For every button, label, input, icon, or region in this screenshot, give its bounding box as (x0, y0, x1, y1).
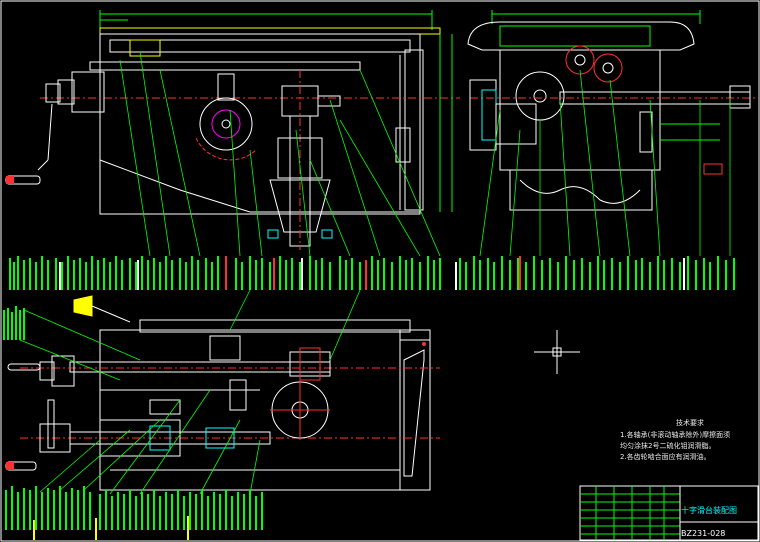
plan-section-view (5, 295, 440, 491)
front-section-view (5, 10, 460, 250)
leader-lines-top (119, 51, 731, 257)
leader-lines-bottom (19, 289, 361, 495)
side-section-view (467, 10, 758, 211)
drawing-number: BZ231-028 (681, 529, 726, 538)
part-balloon-band (9, 256, 735, 290)
technical-requirements-heading: 技术要求 (676, 419, 704, 427)
crosshair-icon (534, 330, 580, 374)
cad-drawing-canvas: 技术要求 1.各轴承(非滚动轴承除外)摩擦面须 均匀涂抹2号二硫化钼润滑脂。 2… (0, 0, 760, 542)
drawing-title: 十字滑台装配图 (681, 506, 737, 515)
technical-requirement-line: 1.各轴承(非滚动轴承除外)摩擦面须 (620, 431, 731, 439)
technical-requirement-line: 2.各齿轮啮合面应有润滑油。 (620, 453, 711, 461)
part-balloon-band-lower (3, 306, 263, 540)
technical-requirements: 技术要求 1.各轴承(非滚动轴承除外)摩擦面须 均匀涂抹2号二硫化钼润滑脂。 2… (620, 418, 760, 463)
technical-requirement-line: 均匀涂抹2号二硫化钼润滑脂。 (620, 442, 716, 450)
